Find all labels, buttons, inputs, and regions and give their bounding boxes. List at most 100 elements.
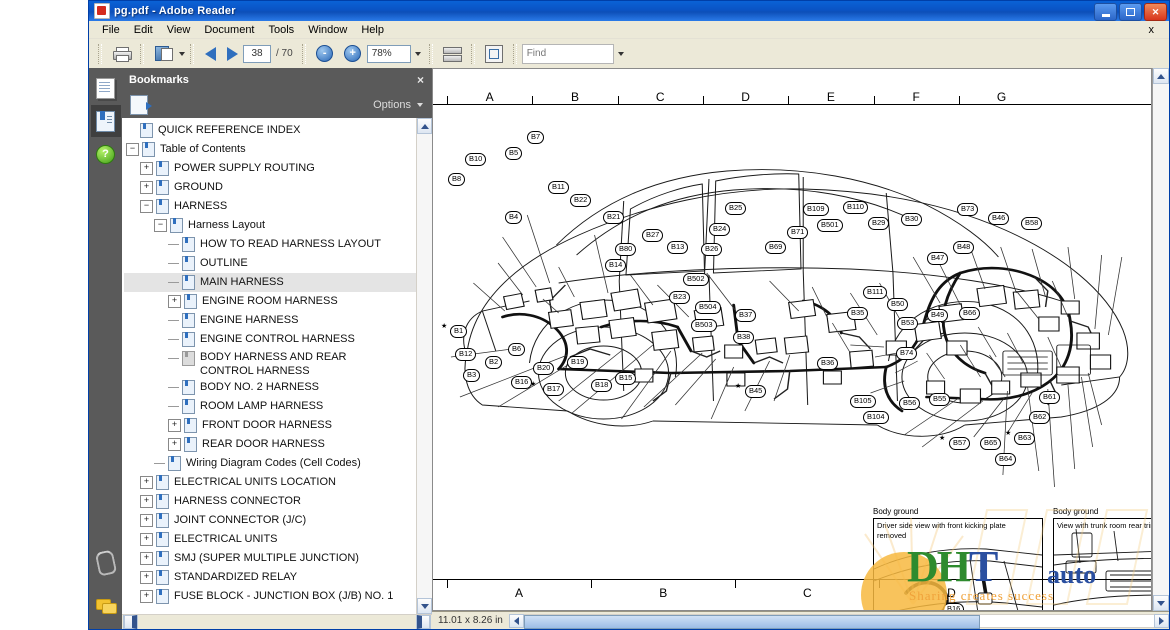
document-vertical-scrollbar[interactable] (1152, 68, 1169, 611)
star-marker-icon: ★ (939, 435, 946, 442)
bookmark-item[interactable]: QUICK REFERENCE INDEX (124, 121, 416, 140)
close-button[interactable]: ✕ (1144, 3, 1167, 21)
find-input[interactable] (521, 43, 614, 64)
doc-scroll-left-button[interactable] (508, 613, 524, 628)
fit-page-button[interactable] (480, 41, 508, 66)
menu-item-help[interactable]: Help (354, 23, 391, 37)
new-bookmark-icon[interactable] (130, 95, 152, 115)
bookmark-item[interactable]: + POWER SUPPLY ROUTING (124, 159, 416, 178)
maximize-button[interactable] (1119, 3, 1142, 21)
bookmarks-close-button[interactable]: × (417, 73, 424, 87)
bookmark-item[interactable]: + FUSE BLOCK - JUNCTION BOX (J/B) NO. 1 (124, 587, 416, 606)
menu-item-edit[interactable]: Edit (127, 23, 160, 37)
bookmark-item[interactable]: OUTLINE (124, 254, 416, 273)
bookmark-item[interactable]: + GROUND (124, 178, 416, 197)
pdf-page[interactable]: ABCDEFG B7 B10 B5 B8 B11 B22 B4 B21 B27 … (432, 68, 1152, 611)
document-horizontal-scrollbar[interactable] (508, 613, 1169, 629)
bookmark-item[interactable]: − Harness Layout (124, 216, 416, 235)
bookmark-item[interactable]: + HARNESS CONNECTOR (124, 492, 416, 511)
zoom-out-button[interactable]: - (311, 41, 339, 66)
expand-toggle-icon[interactable]: + (140, 495, 153, 508)
collapse-toggle-icon[interactable]: − (154, 219, 167, 232)
zoom-in-button[interactable]: + (339, 41, 367, 66)
help-panel-tab[interactable]: ? (91, 138, 121, 170)
doc-scrollbar-track[interactable] (1153, 84, 1169, 595)
bookmark-item[interactable]: + JOINT CONNECTOR (J/C) (124, 511, 416, 530)
next-page-button[interactable] (221, 43, 243, 65)
expand-toggle-icon[interactable]: + (140, 476, 153, 489)
doc-hscroll-track[interactable] (523, 613, 1154, 629)
expand-toggle-icon[interactable]: + (140, 162, 153, 175)
menu-item-tools[interactable]: Tools (262, 23, 302, 37)
expand-toggle-icon[interactable]: + (140, 181, 153, 194)
scrollbar-track[interactable] (417, 134, 432, 598)
column-tick (958, 96, 960, 105)
collapse-toggle-icon[interactable]: − (140, 200, 153, 213)
bookmark-item[interactable]: + ELECTRICAL UNITS LOCATION (124, 473, 416, 492)
bookmark-item[interactable]: Wiring Diagram Codes (Cell Codes) (124, 454, 416, 473)
bookmarks-vertical-scrollbar[interactable] (416, 118, 432, 614)
doc-scroll-down-button[interactable] (1153, 595, 1169, 611)
connector-callout: B55 (929, 393, 951, 406)
expand-toggle-icon[interactable]: + (140, 552, 153, 565)
bookmark-item[interactable]: + ELECTRICAL UNITS (124, 530, 416, 549)
bookmark-item[interactable]: + REAR DOOR HARNESS (124, 435, 416, 454)
bookmark-item[interactable]: − HARNESS (124, 197, 416, 216)
expand-toggle-icon[interactable]: + (140, 514, 153, 527)
connector-callout: B12 (455, 348, 477, 361)
zoom-level-input[interactable]: 78% (366, 44, 411, 63)
doc-hscroll-thumb[interactable] (523, 614, 980, 629)
bookmark-item[interactable]: BODY HARNESS AND REAR CONTROL HARNESS (124, 349, 416, 378)
copy-snapshot-button[interactable] (149, 41, 177, 66)
bookmark-item[interactable]: − Table of Contents (124, 140, 416, 159)
bookmarks-panel-tab[interactable] (90, 105, 121, 137)
scroll-left-button[interactable] (123, 615, 138, 629)
scroll-up-button[interactable] (417, 118, 432, 134)
scroll-right-button[interactable] (416, 615, 431, 629)
close-document-button[interactable]: x (1142, 23, 1162, 37)
find-dropdown-button[interactable] (614, 45, 627, 63)
column-tick (447, 96, 448, 105)
expand-toggle-icon[interactable]: + (168, 295, 181, 308)
bookmark-item[interactable]: BODY NO. 2 HARNESS (124, 378, 416, 397)
bookmark-item[interactable]: ENGINE HARNESS (124, 311, 416, 330)
bookmark-item[interactable]: + STANDARDIZED RELAY (124, 568, 416, 587)
menu-item-view[interactable]: View (160, 23, 198, 37)
doc-scroll-up-button[interactable] (1153, 68, 1169, 84)
expand-toggle-icon[interactable]: + (168, 438, 181, 451)
page-number-input[interactable]: 38 (243, 44, 271, 63)
collapse-toggle-icon[interactable]: − (126, 143, 139, 156)
expand-toggle-icon[interactable]: + (140, 571, 153, 584)
doc-scroll-right-button[interactable] (1154, 613, 1169, 628)
bookmarks-options-button[interactable]: Options (373, 99, 423, 111)
menu-item-document[interactable]: Document (197, 23, 261, 37)
print-button[interactable] (107, 41, 135, 66)
connector-callout: B105 (850, 395, 876, 408)
connector-callout: B73 (957, 203, 979, 216)
expand-toggle-icon[interactable]: + (140, 590, 153, 603)
zoom-dropdown-button[interactable] (411, 45, 424, 63)
bookmark-item[interactable]: ROOM LAMP HARNESS (124, 397, 416, 416)
minimize-button[interactable] (1094, 3, 1117, 21)
bookmark-item[interactable]: ENGINE CONTROL HARNESS (124, 330, 416, 349)
menu-item-window[interactable]: Window (301, 23, 354, 37)
expand-toggle-icon[interactable]: + (168, 419, 181, 432)
scroll-down-button[interactable] (417, 598, 432, 614)
copy-dropdown-caret-icon[interactable] (179, 51, 185, 56)
fit-width-button[interactable] (438, 41, 466, 66)
pages-panel-tab[interactable] (91, 72, 121, 104)
bookmark-item[interactable]: + ENGINE ROOM HARNESS (124, 292, 416, 311)
comments-panel-tab[interactable] (91, 590, 121, 622)
expand-toggle-icon[interactable]: + (140, 533, 153, 546)
menu-item-file[interactable]: File (95, 23, 127, 37)
bookmark-item[interactable]: MAIN HARNESS (124, 273, 416, 292)
bookmark-item[interactable]: + FRONT DOOR HARNESS (124, 416, 416, 435)
bookmark-item[interactable]: HOW TO READ HARNESS LAYOUT (124, 235, 416, 254)
bookmarks-horizontal-scrollbar[interactable] (122, 614, 432, 629)
attachments-panel-tab[interactable] (91, 547, 121, 579)
previous-page-button[interactable] (199, 43, 221, 65)
tree-connector-line (168, 244, 179, 245)
bookmark-item[interactable]: + SMJ (SUPER MULTIPLE JUNCTION) (124, 549, 416, 568)
print-icon (112, 47, 132, 62)
column-tick (617, 96, 619, 105)
